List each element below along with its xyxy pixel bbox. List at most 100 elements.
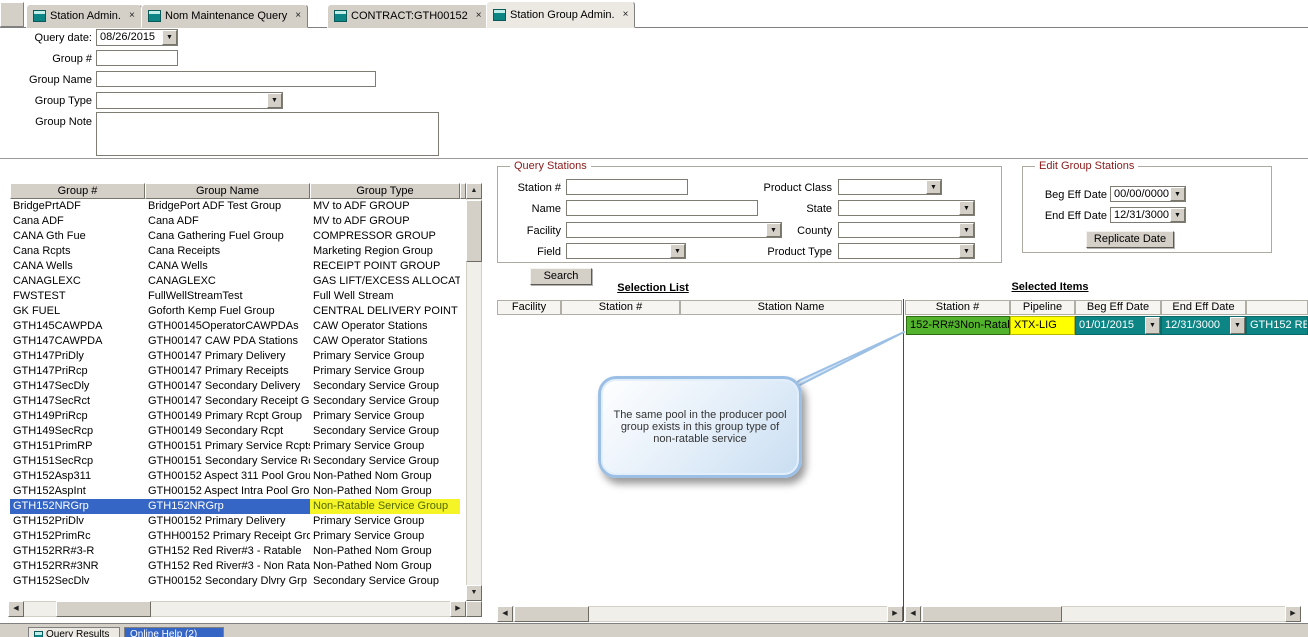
chevron-down-icon[interactable]: ▼	[267, 93, 282, 108]
group-table-row[interactable]: GTH147SecDlyGTH00147 Secondary DeliveryS…	[10, 379, 466, 394]
selected-item-pipeline-cell[interactable]: XTX-LIG	[1010, 316, 1075, 335]
scroll-right-icon[interactable]: ▶	[1285, 606, 1301, 622]
group-type-combobox[interactable]: ▼	[96, 92, 283, 109]
chevron-down-icon[interactable]: ▼	[162, 30, 177, 45]
selection-list-header-station[interactable]: Station #	[561, 300, 680, 315]
group-type-value	[97, 93, 267, 108]
station-name-input[interactable]	[566, 200, 758, 216]
scroll-down-icon[interactable]: ▼	[466, 585, 482, 601]
group-table-row[interactable]: GTH152PriDlvGTH00152 Primary DeliveryPri…	[10, 514, 466, 529]
product-type-value	[839, 244, 959, 258]
scrollbar-thumb[interactable]	[514, 606, 589, 622]
group-table-row[interactable]: GTH152Asp311GTH00152 Aspect 311 Pool Gro…	[10, 469, 466, 484]
chevron-down-icon[interactable]: ▼	[1145, 317, 1160, 334]
group-table-cell: GTH147SecDly	[10, 379, 145, 394]
beg-eff-date-combobox[interactable]: 00/00/0000 ▼	[1110, 186, 1186, 202]
selected-item-station-cell[interactable]: 152-RR#3Non-Ratable	[906, 316, 1010, 335]
group-table-row[interactable]: GTH151SecRcpGTH00151 Secondary Service R…	[10, 454, 466, 469]
group-table-row[interactable]: GTH152PrimRcGTHH00152 Primary Receipt Gr…	[10, 529, 466, 544]
facility-combobox[interactable]: ▼	[566, 222, 782, 238]
tab-station-group-admin[interactable]: Station Group Admin. ×	[486, 1, 635, 28]
selection-list-header-facility[interactable]: Facility	[497, 300, 561, 315]
group-table-row[interactable]: GTH151PrimRPGTH00151 Primary Service Rcp…	[10, 439, 466, 454]
group-table-row[interactable]: GTH152NRGrpGTH152NRGrpNon-Ratable Servic…	[10, 499, 466, 514]
group-table-row[interactable]: GTH147CAWPDAGTH00147 CAW PDA StationsCAW…	[10, 334, 466, 349]
group-table-row[interactable]: CANA Gth FueCana Gathering Fuel GroupCOM…	[10, 229, 466, 244]
group-table-vertical-scrollbar[interactable]: ▲ ▼	[466, 183, 482, 601]
tab-station-admin[interactable]: Station Admin. ×	[26, 4, 142, 28]
chevron-down-icon[interactable]: ▼	[1230, 317, 1245, 334]
product-type-combobox[interactable]: ▼	[838, 243, 975, 259]
group-note-textarea[interactable]	[96, 112, 439, 156]
group-number-input[interactable]	[96, 50, 178, 66]
selected-item-beg-date-cell[interactable]: 01/01/2015 ▼	[1075, 316, 1161, 335]
group-table-row[interactable]: GTH152SecDlvGTH00152 Secondary Dlvry Grp…	[10, 574, 466, 589]
group-table-row[interactable]: FWSTESTFullWellStreamTestFull Well Strea…	[10, 289, 466, 304]
field-combobox[interactable]: ▼	[566, 243, 686, 259]
group-name-input[interactable]	[96, 71, 376, 87]
query-date-combobox[interactable]: 08/26/2015 ▼	[96, 29, 178, 46]
group-table-header-group-name[interactable]: Group Name	[145, 183, 310, 199]
close-icon[interactable]: ×	[129, 11, 135, 21]
scrollbar-thumb[interactable]	[922, 606, 1062, 622]
chevron-down-icon[interactable]: ▼	[959, 223, 974, 237]
group-table-row[interactable]: GTH149PriRcpGTH00149 Primary Rcpt GroupP…	[10, 409, 466, 424]
chevron-down-icon[interactable]: ▼	[670, 244, 685, 258]
state-combobox[interactable]: ▼	[838, 200, 975, 216]
scroll-left-icon[interactable]: ◀	[497, 606, 513, 622]
end-eff-date-combobox[interactable]: 12/31/3000 ▼	[1110, 207, 1186, 223]
station-number-input[interactable]	[566, 179, 688, 195]
group-table-row[interactable]: GTH147PriRcpGTH00147 Primary ReceiptsPri…	[10, 364, 466, 379]
scroll-left-icon[interactable]: ◀	[905, 606, 921, 622]
selected-item-overflow-cell[interactable]: GTH152 RE	[1246, 316, 1308, 335]
group-table-header-group-number[interactable]: Group #	[10, 183, 145, 199]
selected-items-horizontal-scrollbar[interactable]: ◀ ▶	[905, 606, 1301, 622]
selected-items-header-beg-eff-date[interactable]: Beg Eff Date	[1075, 300, 1161, 315]
close-icon[interactable]: ×	[295, 11, 301, 21]
group-table-row[interactable]: CANA WellsCANA WellsRECEIPT POINT GROUP	[10, 259, 466, 274]
scrollbar-thumb[interactable]	[56, 601, 151, 617]
chevron-down-icon[interactable]: ▼	[1170, 208, 1185, 222]
group-table-horizontal-scrollbar[interactable]: ◀ ▶	[8, 601, 466, 617]
tab-nom-maintenance-query[interactable]: Nom Maintenance Query ×	[141, 4, 308, 28]
group-table-cell: Secondary Service Group	[310, 454, 460, 469]
group-table-row[interactable]: GTH145CAWPDAGTH00145OperatorCAWPDAsCAW O…	[10, 319, 466, 334]
chevron-down-icon[interactable]: ▼	[959, 201, 974, 215]
scroll-up-icon[interactable]: ▲	[466, 183, 482, 199]
group-table-row[interactable]: Cana ADFCana ADFMV to ADF GROUP	[10, 214, 466, 229]
selected-items-header-pipeline[interactable]: Pipeline	[1010, 300, 1075, 315]
selected-items-header-station[interactable]: Station #	[905, 300, 1010, 315]
selected-item-end-date-cell[interactable]: 12/31/3000 ▼	[1161, 316, 1246, 335]
selected-items-header-end-eff-date[interactable]: End Eff Date	[1161, 300, 1246, 315]
close-icon[interactable]: ×	[476, 11, 482, 21]
group-table-row[interactable]: GTH152RR#3NRGTH152 Red River#3 - Non Rat…	[10, 559, 466, 574]
close-icon[interactable]: ×	[623, 10, 629, 20]
replicate-date-button[interactable]: Replicate Date	[1086, 231, 1174, 248]
scroll-right-icon[interactable]: ▶	[887, 606, 903, 622]
bottom-tab-online-help[interactable]: Online Help (2)	[124, 627, 224, 637]
group-table-row[interactable]: GTH152RR#3-RGTH152 Red River#3 - Ratable…	[10, 544, 466, 559]
group-table-row[interactable]: GTH152AspIntGTH00152 Aspect Intra Pool G…	[10, 484, 466, 499]
group-table-row[interactable]: GTH149SecRcpGTH00149 Secondary RcptSecon…	[10, 424, 466, 439]
group-table-row[interactable]: CANAGLEXCCANAGLEXCGAS LIFT/EXCESS ALLOCA…	[10, 274, 466, 289]
tab-contract[interactable]: CONTRACT:GTH00152 ×	[327, 4, 489, 28]
group-table-row[interactable]: GTH147SecRctGTH00147 Secondary Receipt G…	[10, 394, 466, 409]
selection-list-header-station-name[interactable]: Station Name	[680, 300, 902, 315]
chevron-down-icon[interactable]: ▼	[959, 244, 974, 258]
product-class-combobox[interactable]: ▼	[838, 179, 942, 195]
group-table-row[interactable]: GK FUELGoforth Kemp Fuel GroupCENTRAL DE…	[10, 304, 466, 319]
selection-list-horizontal-scrollbar[interactable]: ◀ ▶	[497, 606, 903, 622]
group-table-header-group-type[interactable]: Group Type	[310, 183, 460, 199]
scrollbar-thumb[interactable]	[466, 200, 482, 262]
scroll-right-icon[interactable]: ▶	[450, 601, 466, 617]
chevron-down-icon[interactable]: ▼	[1170, 187, 1185, 201]
group-table-row[interactable]: Cana RcptsCana ReceiptsMarketing Region …	[10, 244, 466, 259]
chevron-down-icon[interactable]: ▼	[926, 180, 941, 194]
bottom-tab-query-results[interactable]: Query Results	[28, 627, 120, 637]
group-table-cell: CANA Wells	[10, 259, 145, 274]
scroll-left-icon[interactable]: ◀	[8, 601, 24, 617]
group-table-cell: MV to ADF GROUP	[310, 214, 460, 229]
county-combobox[interactable]: ▼	[838, 222, 975, 238]
group-table-row[interactable]: BridgePrtADFBridgePort ADF Test GroupMV …	[10, 199, 466, 214]
group-table-row[interactable]: GTH147PriDlyGTH00147 Primary DeliveryPri…	[10, 349, 466, 364]
